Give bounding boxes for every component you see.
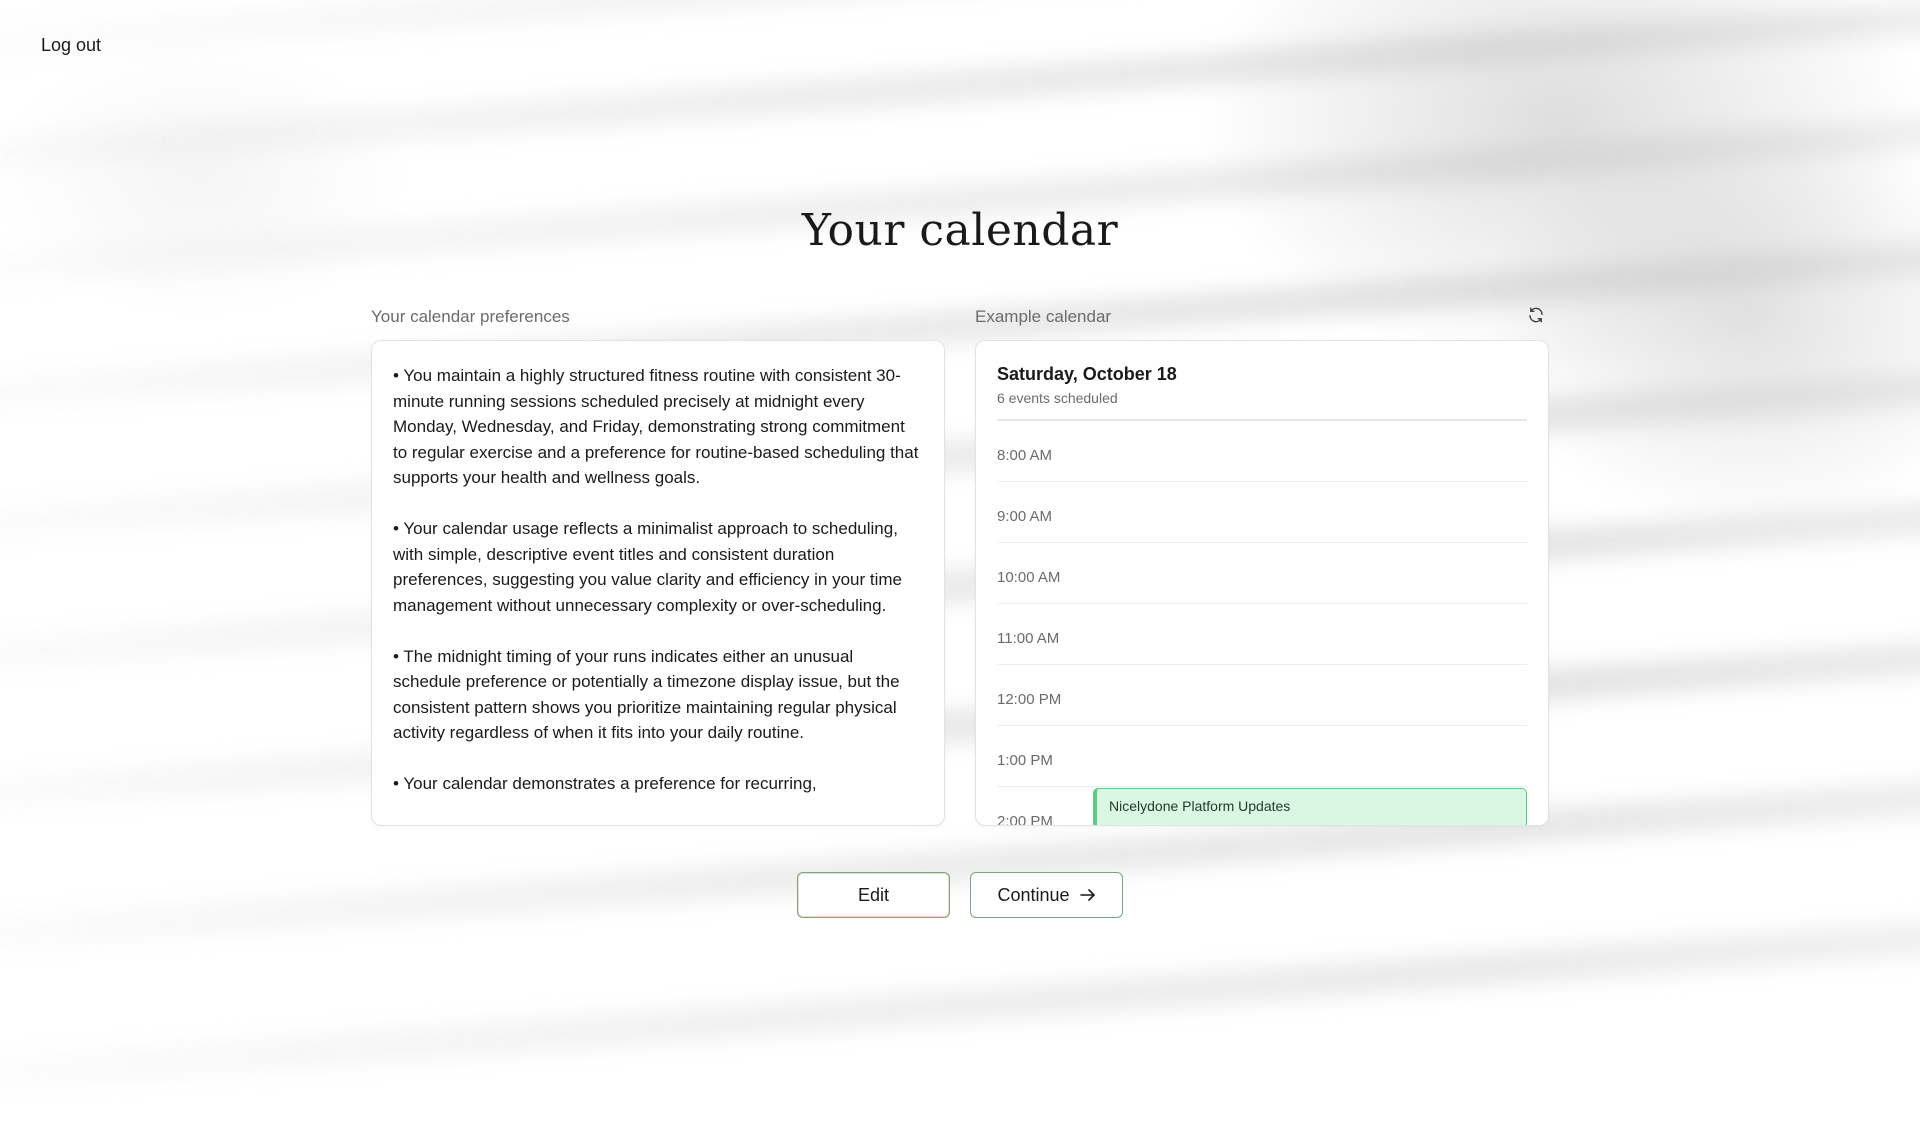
preference-paragraph: • You maintain a highly structured fitne…: [393, 366, 919, 487]
calendar-event[interactable]: Nicelydone Platform Updates: [1093, 788, 1527, 825]
calendar-date: Saturday, October 18: [997, 364, 1177, 384]
hour-row: 8:00 AM: [997, 421, 1527, 482]
hour-row: 2:00 PM Nicelydone Platform Updates: [997, 787, 1527, 826]
continue-button[interactable]: Continue: [970, 872, 1123, 918]
preference-paragraph: • The midnight timing of your runs indic…: [393, 646, 900, 743]
hour-label: 12:00 PM: [997, 691, 1062, 708]
preferences-panel[interactable]: • You maintain a highly structured fitne…: [371, 340, 945, 826]
hour-row: 12:00 PM: [997, 665, 1527, 726]
hour-label: 1:00 PM: [997, 752, 1053, 769]
hour-label: 11:00 AM: [997, 630, 1060, 647]
preferences-text: • You maintain a highly structured fitne…: [372, 341, 944, 797]
hour-row: 11:00 AM: [997, 604, 1527, 665]
preference-paragraph: • Your calendar usage reflects a minimal…: [393, 519, 903, 615]
example-calendar-panel[interactable]: Saturday, October 18 6 events scheduled …: [975, 340, 1549, 826]
logout-link[interactable]: Log out: [41, 35, 101, 56]
hour-label: 9:00 AM: [997, 508, 1053, 525]
preferences-label: Your calendar preferences: [371, 307, 570, 326]
hour-row: 10:00 AM: [997, 543, 1527, 604]
continue-button-label: Continue: [997, 884, 1070, 905]
edit-button[interactable]: Edit: [797, 872, 950, 918]
hour-label: 10:00 AM: [997, 569, 1061, 586]
example-calendar-label: Example calendar: [975, 307, 1112, 326]
page-title: Your calendar: [801, 205, 1119, 256]
hour-label: 8:00 AM: [997, 447, 1053, 464]
hour-row: 1:00 PM: [997, 726, 1527, 787]
refresh-icon[interactable]: [1527, 306, 1545, 324]
hour-row: 9:00 AM: [997, 482, 1527, 543]
preference-paragraph: • Your calendar demonstrates a preferenc…: [393, 774, 817, 793]
hour-label: 2:00 PM: [997, 813, 1053, 826]
events-count: 6 events scheduled: [997, 390, 1118, 406]
arrow-right-icon: [1079, 889, 1095, 901]
hour-grid: 8:00 AM 9:00 AM 10:00 AM 11:00 AM 12:00 …: [976, 421, 1548, 826]
calendar-header: Saturday, October 18 6 events scheduled: [976, 341, 1548, 406]
blinds-shadow-background: [0, 0, 1920, 1130]
edit-button-label: Edit: [857, 884, 890, 905]
